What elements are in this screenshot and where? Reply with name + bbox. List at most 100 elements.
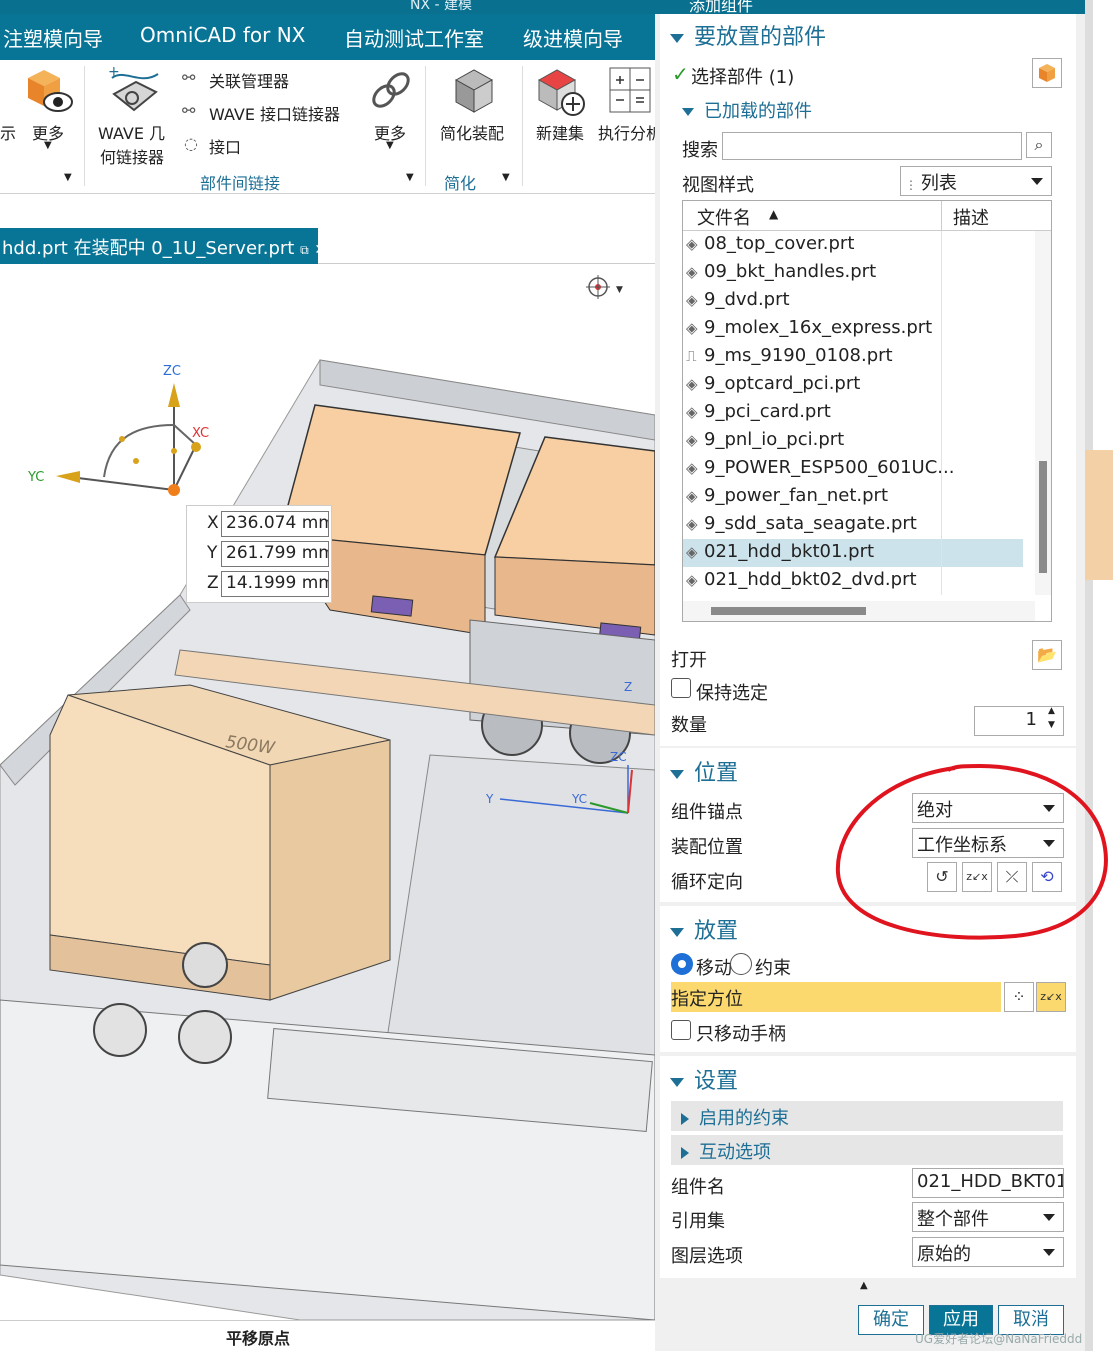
part-section-title: 要放置的部件 xyxy=(694,25,827,50)
select-part-button[interactable] xyxy=(1032,58,1062,88)
chevron-up-icon[interactable]: ▲ xyxy=(1048,706,1055,716)
csys-dialog-icon[interactable]: z↙x xyxy=(1036,982,1066,1012)
file-list-row[interactable]: ◈ 9_pnl_io_pci.prt xyxy=(683,427,1023,455)
column-divider xyxy=(941,455,942,483)
keep-selection-checkbox[interactable] xyxy=(671,678,691,698)
select-part-label[interactable]: 选择部件 (1) xyxy=(691,63,794,89)
horizontal-scrollbar[interactable] xyxy=(683,601,1035,621)
column-filename[interactable]: 文件名 xyxy=(697,204,751,230)
enabled-constraints-header[interactable]: 启用的约束 xyxy=(671,1101,1063,1131)
x-coord-field[interactable]: 236.074 mm xyxy=(221,511,329,537)
float-tab-icon[interactable]: ⧉ xyxy=(300,243,309,257)
column-divider xyxy=(941,567,942,595)
move-radio[interactable] xyxy=(671,953,693,975)
file-name: 09_bkt_handles.prt xyxy=(704,261,877,282)
y-coord-field[interactable]: 261.799 mm xyxy=(221,541,329,567)
reference-set-select[interactable]: 整个部件 xyxy=(912,1202,1064,1232)
window-edge xyxy=(1085,0,1093,1351)
layer-option-select[interactable]: 原始的 xyxy=(912,1237,1064,1267)
menu-progressive-die-wizard[interactable]: 级进模向导 xyxy=(523,23,623,52)
file-list-row[interactable]: ◈ 9_sdd_sata_seagate.prt xyxy=(683,511,1023,539)
ribbon-interface[interactable]: 接口 xyxy=(209,134,241,158)
component-name-field[interactable]: 021_HDD_BKT01 xyxy=(912,1168,1064,1198)
ribbon-execute-analysis[interactable]: 执行分析 xyxy=(598,120,662,144)
nx-app-window: NX - 建模 注塑模向导 OmniCAD for NX 自动测试工作室 级进模… xyxy=(0,0,1113,1351)
move-handle-only-label: 只移动手柄 xyxy=(696,1024,786,1045)
position-section-header[interactable]: 位置 xyxy=(670,755,738,787)
column-description[interactable]: 描述 xyxy=(953,204,989,230)
chain-link-icon xyxy=(372,72,410,108)
chevron-down-icon[interactable]: ▼ xyxy=(1048,720,1055,730)
loaded-parts-title: 已加载的部件 xyxy=(704,101,812,122)
ribbon-wave-interface-linker[interactable]: WAVE 接口链接器 xyxy=(209,101,340,125)
placement-section-header[interactable]: 放置 xyxy=(670,913,738,945)
view-style-label: 视图样式 xyxy=(682,175,754,196)
chevron-down-icon[interactable]: ▼ xyxy=(44,140,52,151)
menu-mold-wizard[interactable]: 注塑模向导 xyxy=(3,23,103,52)
settings-section: 设置 启用的约束 互动选项 组件名 021_HDD_BKT01 引用集 整个部件… xyxy=(660,1056,1076,1278)
file-list-row[interactable]: ◈ 9_power_fan_net.prt xyxy=(683,483,1023,511)
settings-section-header[interactable]: 设置 xyxy=(670,1063,738,1095)
loaded-parts-header[interactable]: 已加载的部件 xyxy=(676,94,1068,124)
search-input[interactable] xyxy=(722,132,1022,160)
reference-set-label: 引用集 xyxy=(671,1211,725,1232)
file-list-row[interactable]: ◈ 9_optcard_pci.prt xyxy=(683,371,1023,399)
file-list-row[interactable]: ⎍ 9_ms_9190_0108.prt xyxy=(683,343,1023,371)
file-list-row[interactable]: ◈ 021_hdd_bkt02_dvd.prt xyxy=(683,567,1023,595)
file-list-row[interactable]: ◈ 9_pci_card.prt xyxy=(683,399,1023,427)
file-list-row[interactable]: ◈ 9_POWER_ESP500_601UC... xyxy=(683,455,1023,483)
chevron-up-icon[interactable]: ▲ xyxy=(860,1280,868,1291)
file-list-row[interactable]: ◈ 08_top_cover.prt xyxy=(683,231,1023,259)
z-coord-field[interactable]: 14.1999 mm xyxy=(221,571,329,597)
vertical-scrollbar[interactable] xyxy=(1035,231,1051,595)
search-icon[interactable]: ⌕ xyxy=(1026,132,1052,158)
add-component-dialog: 添加组件 要放置的部件 ✓ 选择部件 (1) 已加载的部件 搜索 ⌕ 视图样式 … xyxy=(655,0,1085,1351)
interaction-options-title: 互动选项 xyxy=(699,1142,771,1163)
close-icon[interactable]: ✕ xyxy=(314,242,326,258)
scrollbar-thumb[interactable] xyxy=(1039,461,1047,573)
quantity-label: 数量 xyxy=(671,715,707,736)
chevron-down-icon[interactable]: ▼ xyxy=(64,172,72,183)
part-section-header[interactable]: 要放置的部件 xyxy=(670,19,826,51)
ribbon-new-set[interactable]: 新建集 xyxy=(536,120,584,144)
menu-auto-test-studio[interactable]: 自动测试工作室 xyxy=(344,23,484,52)
snap-point-icon[interactable] xyxy=(586,275,610,299)
list-view-icon: ⋮ xyxy=(905,178,921,192)
point-dialog-icon[interactable]: ⁘ xyxy=(1004,982,1034,1012)
status-text: 平移原点 xyxy=(226,1329,291,1348)
link-manager-icon: ⚯ xyxy=(182,68,196,87)
file-list-row[interactable]: ◈ 9_dvd.prt xyxy=(683,287,1023,315)
column-divider xyxy=(941,287,942,315)
interaction-options-header[interactable]: 互动选项 xyxy=(671,1135,1063,1165)
file-list-row[interactable]: ◈ 9_molex_16x_express.prt xyxy=(683,315,1023,343)
file-list-row[interactable]: ◈ 09_bkt_handles.prt xyxy=(683,259,1023,287)
sort-ascending-icon: ▲ xyxy=(769,207,779,221)
chevron-down-icon[interactable]: ▼ xyxy=(616,285,623,295)
move-handle-only-checkbox[interactable] xyxy=(671,1020,691,1040)
execute-analysis-icon xyxy=(609,67,651,113)
specify-orientation-row[interactable]: 指定方位 xyxy=(671,982,1001,1012)
document-tab-bar: hdd.prt 在装配中 0_1U_Server.prt ⧉ ✕ xyxy=(0,228,655,264)
chevron-down-icon[interactable]: ▼ xyxy=(386,140,394,151)
ribbon-divider xyxy=(425,66,426,186)
document-tab[interactable]: hdd.prt 在装配中 0_1U_Server.prt ⧉ ✕ xyxy=(0,228,326,264)
ribbon-wave-geometry-linker-line1[interactable]: WAVE 几 xyxy=(98,120,165,144)
open-folder-icon[interactable]: 📂 xyxy=(1032,640,1062,670)
red-annotation-circle xyxy=(835,763,1108,940)
ribbon-wave-geometry-linker-line2[interactable]: 何链接器 xyxy=(100,144,164,168)
ribbon-simplify-assembly[interactable]: 简化装配 xyxy=(440,120,504,144)
constrain-radio[interactable] xyxy=(730,953,752,975)
chevron-down-icon[interactable]: ▼ xyxy=(406,172,414,183)
menu-omnicad[interactable]: OmniCAD for NX xyxy=(140,23,305,47)
graphics-viewport[interactable]: 500W ZC XC YC Y YC ZC Z ▼ X 236.074 mm Y… xyxy=(0,265,655,1320)
collapse-icon xyxy=(670,927,684,937)
keep-selection-label: 保持选定 xyxy=(696,683,768,704)
view-style-select[interactable]: ⋮ 列表 xyxy=(900,166,1052,196)
ribbon-associative-manager[interactable]: 关联管理器 xyxy=(209,68,289,92)
scrollbar-thumb[interactable] xyxy=(711,607,866,615)
enabled-constraints-title: 启用的约束 xyxy=(699,1108,789,1129)
background-part xyxy=(1085,450,1113,580)
file-list-row[interactable]: ◈ 021_hdd_bkt01.prt xyxy=(683,539,1023,567)
chevron-down-icon[interactable]: ▼ xyxy=(502,172,510,183)
loaded-parts-list[interactable]: 文件名 ▲ 描述 ◈ 08_top_cover.prt ◈ 09_bkt_handle… xyxy=(682,200,1052,622)
